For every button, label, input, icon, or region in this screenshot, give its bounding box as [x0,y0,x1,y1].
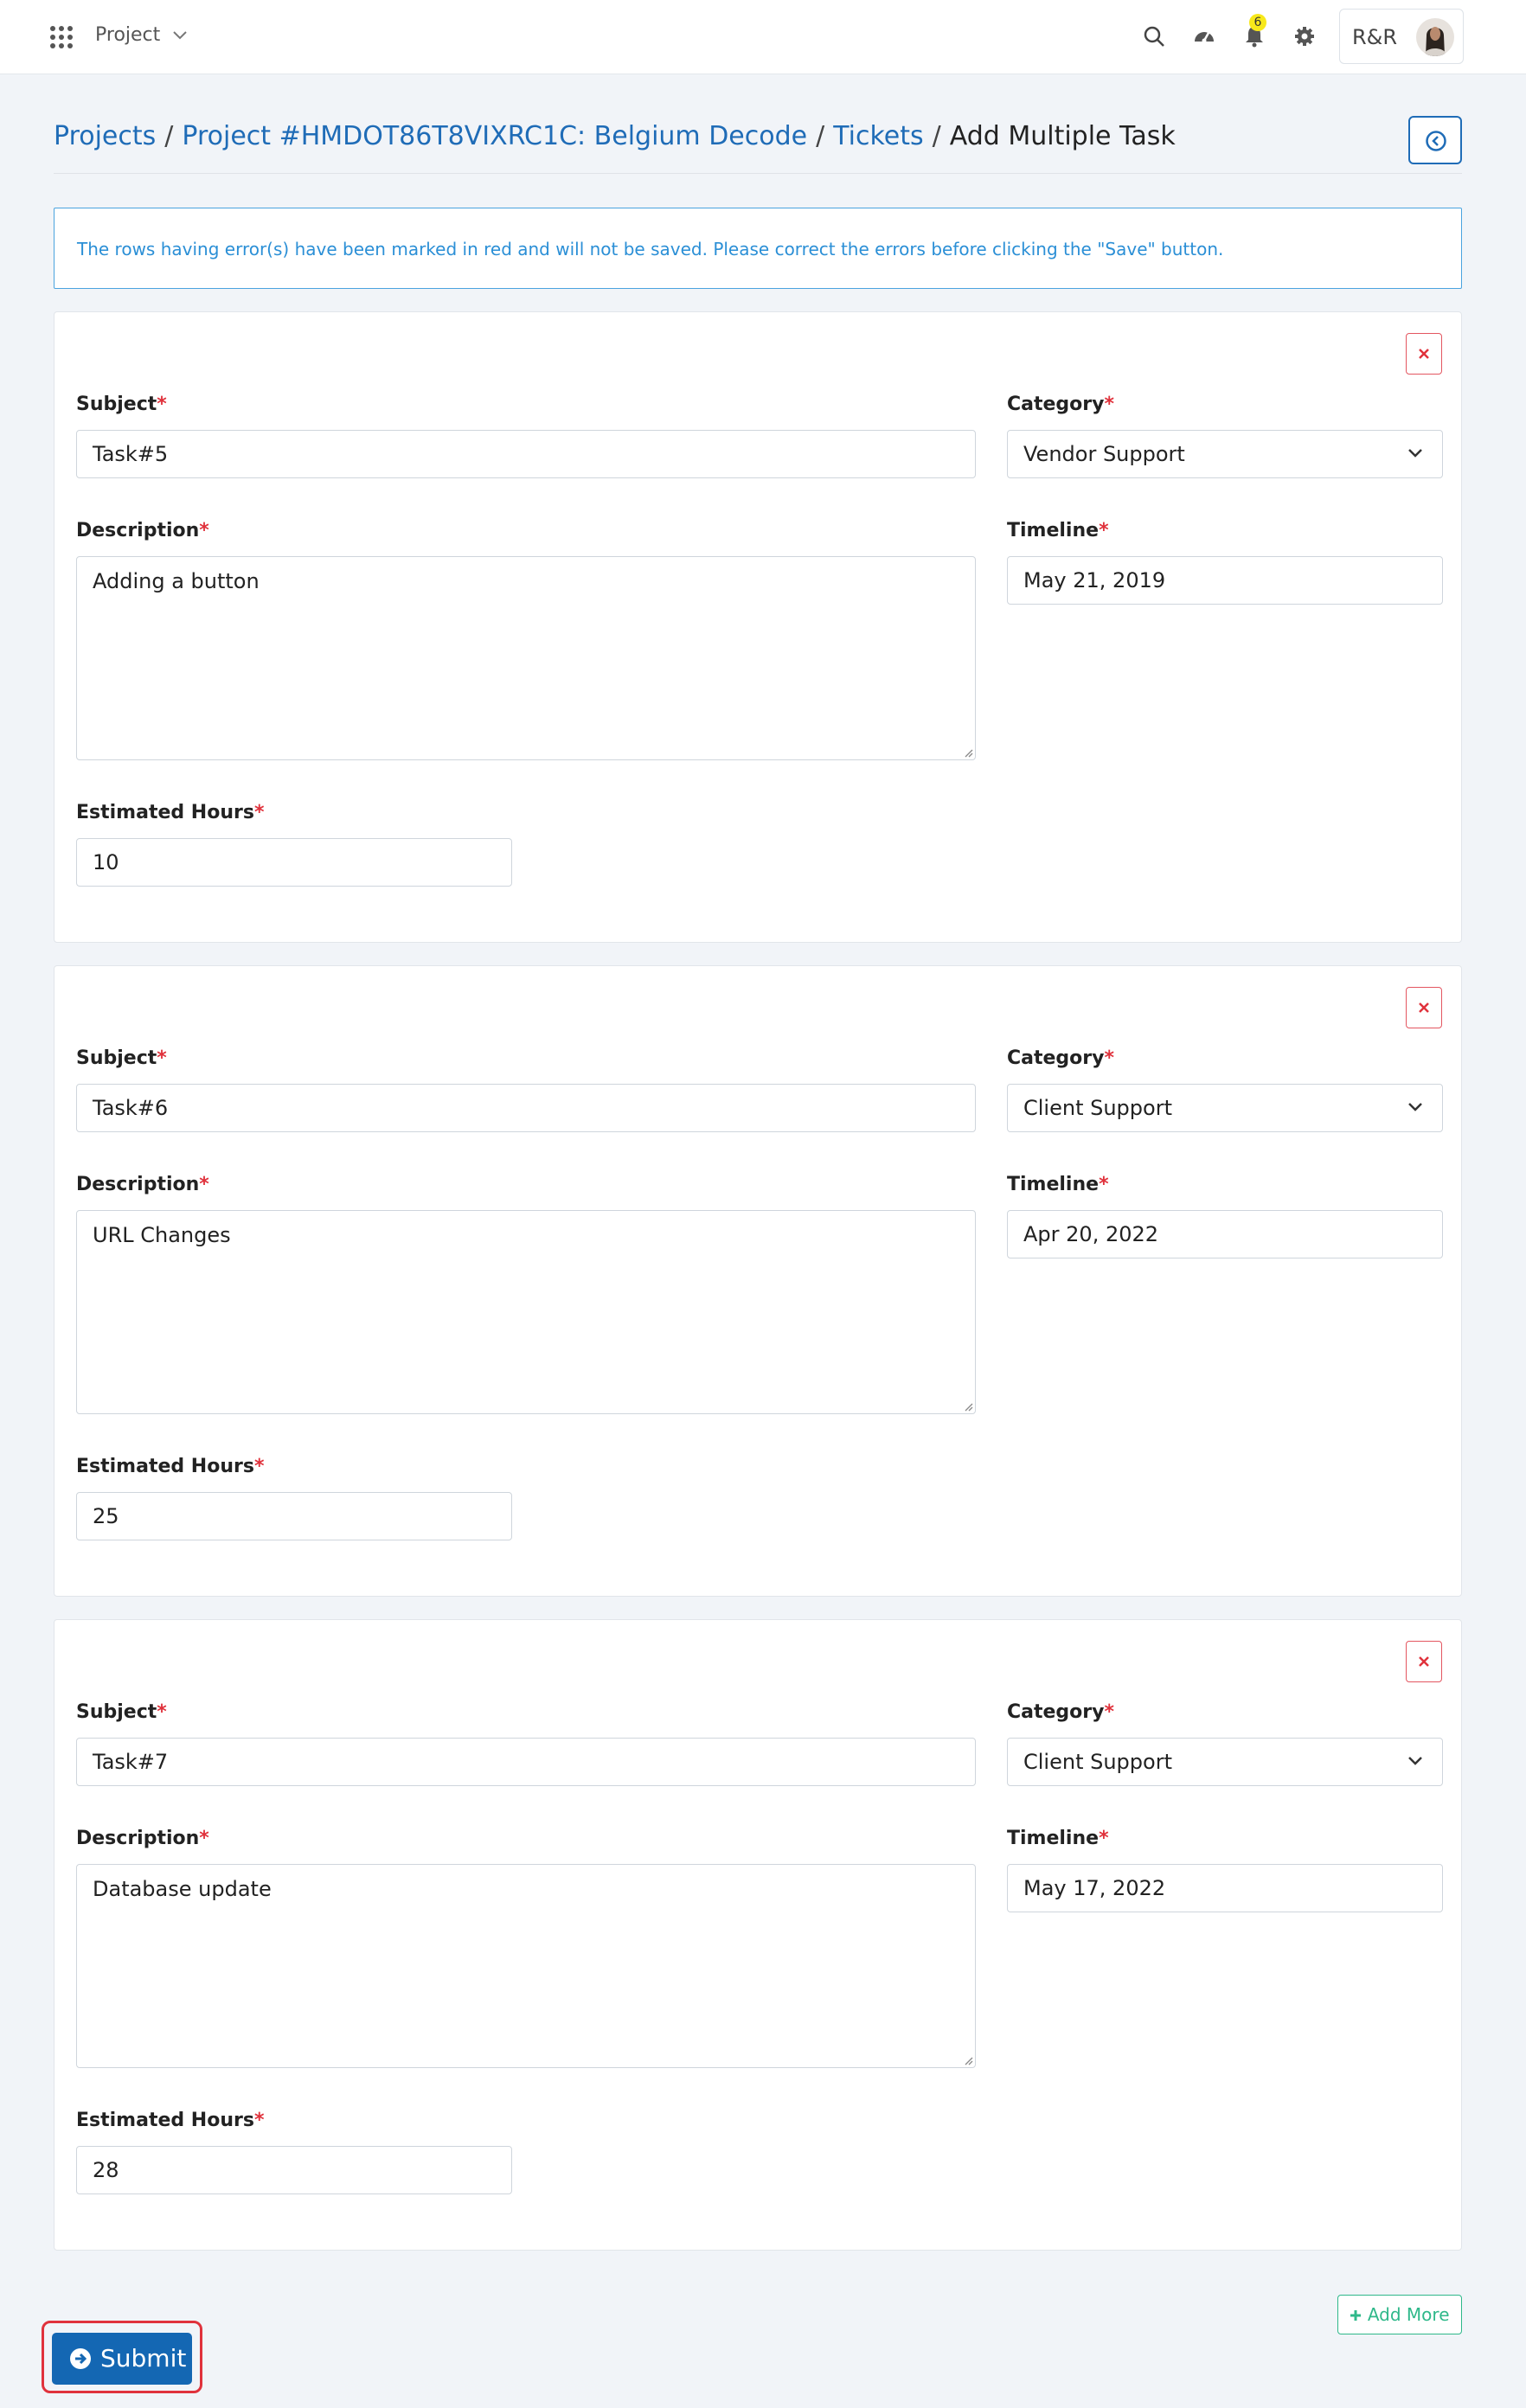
estimated-hours-input[interactable]: 10 [76,838,512,887]
task-card: Subject* Task#6 Category* Client Support… [54,965,1462,1597]
submit-label: Submit [100,2344,187,2373]
category-select[interactable]: Client Support [1007,1084,1443,1132]
task-card: Subject* Task#5 Category* Vendor Support… [54,311,1462,943]
remove-task-button[interactable] [1406,987,1442,1028]
page-title: Add Multiple Task [949,121,1176,151]
timeline-input[interactable]: Apr 20, 2022 [1007,1210,1443,1258]
estimated-hours-label: Estimated Hours* [76,1456,265,1477]
add-more-label: Add More [1367,2304,1450,2325]
close-icon [1419,1002,1429,1013]
description-textarea[interactable]: Adding a button [76,556,976,760]
user-menu[interactable]: R&R [1339,9,1464,64]
breadcrumb-separator: / [164,121,174,151]
estimated-hours-label: Estimated Hours* [76,802,265,823]
category-label: Category* [1007,394,1114,415]
category-label: Category* [1007,1701,1114,1723]
project-menu-label: Project [95,24,161,46]
task-card: Subject* Task#7 Category* Client Support… [54,1619,1462,2251]
close-icon [1419,1656,1429,1667]
timeline-input[interactable]: May 17, 2022 [1007,1864,1443,1912]
top-navbar: Project 6 R&R [0,0,1526,74]
close-icon [1419,349,1429,359]
add-more-button[interactable]: Add More [1337,2295,1462,2334]
category-value: Client Support [1023,1750,1172,1774]
chevron-down-icon [173,31,187,40]
search-icon[interactable] [1142,24,1168,50]
header-divider [54,173,1462,174]
resize-grip-icon[interactable] [963,2055,973,2065]
remove-task-button[interactable] [1406,1641,1442,1682]
resize-grip-icon[interactable] [963,747,973,758]
circle-arrow-right-icon [70,2348,91,2369]
circle-arrow-left-icon [1426,131,1446,151]
subject-label: Subject* [76,1047,167,1069]
chevron-down-icon [1408,449,1422,458]
category-select[interactable]: Vendor Support [1007,430,1443,478]
project-menu[interactable]: Project [95,24,187,46]
gear-icon[interactable] [1292,24,1318,50]
breadcrumb: Projects / Project #HMDOT86T8VIXRC1C: Belg… [54,121,1176,151]
breadcrumb-separator: / [816,121,825,151]
estimated-hours-input[interactable]: 25 [76,1492,512,1540]
error-alert: The rows having error(s) have been marke… [54,208,1462,289]
dashboard-gauge-icon[interactable] [1192,24,1218,50]
back-button[interactable] [1408,116,1462,164]
notification-badge: 6 [1249,14,1266,31]
description-value: URL Changes [93,1223,231,1247]
timeline-label: Timeline* [1007,1828,1109,1849]
user-initials: R&R [1352,25,1398,49]
chevron-down-icon [1408,1757,1422,1765]
chevron-down-icon [1408,1103,1422,1111]
breadcrumb-separator: / [932,121,941,151]
remove-task-button[interactable] [1406,333,1442,375]
description-value: Database update [93,1877,272,1901]
description-textarea[interactable]: Database update [76,1864,976,2068]
category-value: Vendor Support [1023,442,1185,466]
subject-input[interactable]: Task#6 [76,1084,976,1132]
breadcrumb-project-link[interactable]: Project #HMDOT86T8VIXRC1C: Belgium Decod… [182,121,807,151]
timeline-input[interactable]: May 21, 2019 [1007,556,1443,605]
timeline-label: Timeline* [1007,520,1109,541]
description-textarea[interactable]: URL Changes [76,1210,976,1414]
description-value: Adding a button [93,569,260,593]
subject-label: Subject* [76,394,167,415]
apps-grid-icon[interactable] [50,26,73,48]
category-value: Client Support [1023,1096,1172,1120]
breadcrumb-projects-link[interactable]: Projects [54,121,156,151]
resize-grip-icon[interactable] [963,1401,973,1412]
subject-input[interactable]: Task#7 [76,1738,976,1786]
estimated-hours-label: Estimated Hours* [76,2110,265,2131]
breadcrumb-tickets-link[interactable]: Tickets [833,121,923,151]
subject-input[interactable]: Task#5 [76,430,976,478]
timeline-label: Timeline* [1007,1174,1109,1195]
category-label: Category* [1007,1047,1114,1069]
subject-label: Subject* [76,1701,167,1723]
description-label: Description* [76,1174,209,1195]
description-label: Description* [76,520,209,541]
submit-button[interactable]: Submit [52,2333,192,2385]
estimated-hours-input[interactable]: 28 [76,2146,512,2194]
description-label: Description* [76,1828,209,1849]
category-select[interactable]: Client Support [1007,1738,1443,1786]
avatar [1416,18,1454,56]
plus-icon [1350,2310,1362,2321]
